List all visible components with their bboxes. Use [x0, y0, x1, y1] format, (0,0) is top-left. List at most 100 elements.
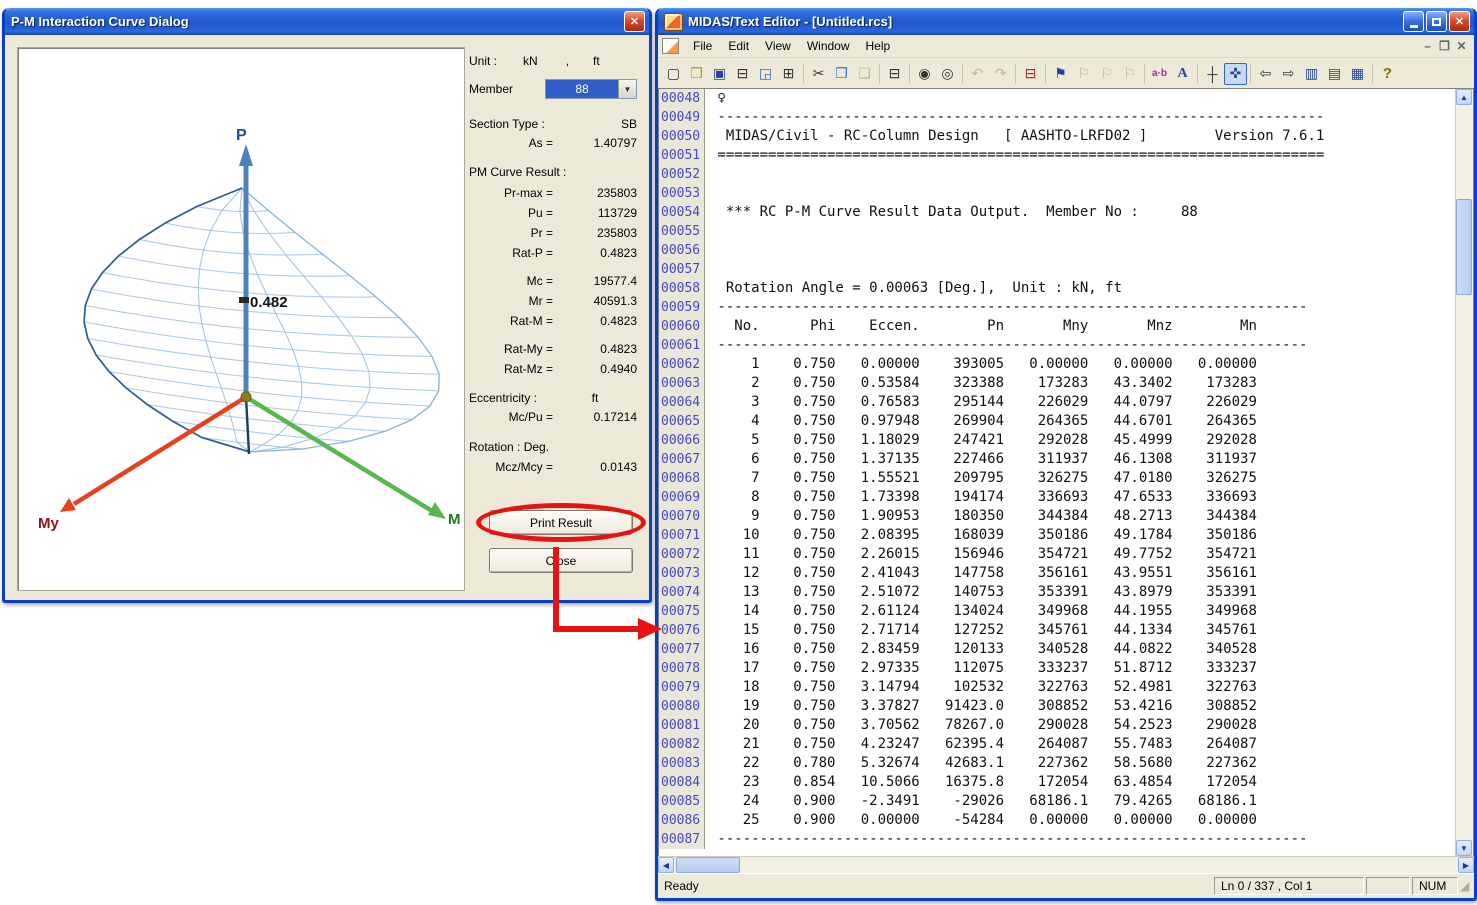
vertical-scroll-thumb[interactable]: [1456, 199, 1472, 295]
line-number: 00069: [659, 488, 705, 507]
line-text: 19 0.750 3.37827 91423.0 308852 53.4216 …: [705, 697, 1257, 716]
editor-line: 00078 17 0.750 2.97335 112075 333237 51.…: [659, 659, 1455, 678]
help-icon[interactable]: ?: [1376, 63, 1399, 85]
editor-line: 00052: [659, 165, 1455, 184]
bookmark-clear-icon[interactable]: ⚐: [1118, 63, 1141, 85]
editor-line: 00049 ----------------------------------…: [659, 108, 1455, 127]
editor-titlebar[interactable]: MIDAS/Text Editor - [Untitled.rcs] ✕: [658, 8, 1474, 35]
caret-mode-icon[interactable]: ┼: [1201, 63, 1224, 85]
cascade-windows-icon[interactable]: ▦: [1346, 63, 1369, 85]
line-text: *** RC P-M Curve Result Data Output. Mem…: [705, 203, 1198, 222]
pan-mode-icon[interactable]: ✜: [1224, 63, 1247, 85]
menu-file[interactable]: File: [685, 37, 720, 55]
line-number: 00081: [659, 716, 705, 735]
line-number: 00055: [659, 222, 705, 241]
editor-line: 00068 7 0.750 1.55521 209795 326275 47.0…: [659, 469, 1455, 488]
line-number: 00072: [659, 545, 705, 564]
undo-icon[interactable]: ↶: [966, 63, 989, 85]
nav-forward-icon[interactable]: ⇨: [1277, 63, 1300, 85]
print-preview-icon[interactable]: ◲: [754, 63, 777, 85]
line-text: ----------------------------------------…: [705, 298, 1307, 317]
nav-back-icon[interactable]: ⇦: [1254, 63, 1277, 85]
editor-line: 00082 21 0.750 4.23247 62395.4 264087 55…: [659, 735, 1455, 754]
text-editor-window: MIDAS/Text Editor - [Untitled.rcs] ✕ Fil…: [655, 8, 1477, 901]
bookmark-prev-icon[interactable]: ⚐: [1072, 63, 1095, 85]
mdi-minimize-icon[interactable]: –: [1419, 39, 1436, 53]
redo-icon[interactable]: ↷: [989, 63, 1012, 85]
line-number: 00052: [659, 165, 705, 184]
editor-line: 00048 ♀: [659, 89, 1455, 108]
dialog-close-button[interactable]: ✕: [624, 11, 645, 32]
pm-row-label: Pu =: [469, 206, 553, 220]
horizontal-scroll-thumb[interactable]: [676, 857, 740, 873]
minimize-button[interactable]: [1403, 11, 1424, 32]
page-setup-icon[interactable]: ⊞: [777, 63, 800, 85]
pm-row-value: 0.4823: [553, 314, 637, 328]
split-vertical-icon[interactable]: ▥: [1300, 63, 1323, 85]
line-text: 1 0.750 0.00000 393005 0.00000 0.00000 0…: [705, 355, 1257, 374]
mdi-close-icon[interactable]: ✕: [1453, 39, 1470, 53]
line-number: 00054: [659, 203, 705, 222]
axis-tick-marker: [239, 297, 249, 303]
line-number: 00049: [659, 108, 705, 127]
line-text: 6 0.750 1.37135 227466 311937 46.1308 31…: [705, 450, 1257, 469]
new-file-icon[interactable]: ▢: [662, 63, 685, 85]
member-dropdown[interactable]: 88 ▼: [545, 79, 637, 99]
mczmcy-row: Mcz/Mcy = 0.0143: [469, 457, 637, 477]
scroll-down-icon[interactable]: ▼: [1456, 840, 1472, 856]
save-file-icon[interactable]: ▣: [708, 63, 731, 85]
chevron-down-icon[interactable]: ▼: [618, 80, 636, 98]
menu-edit[interactable]: Edit: [720, 37, 757, 55]
pm-row-label: Pr =: [469, 226, 553, 240]
editor-line: 00077 16 0.750 2.83459 120133 340528 44.…: [659, 640, 1455, 659]
print-selection-icon[interactable]: ⊟: [883, 63, 906, 85]
maximize-button[interactable]: [1426, 11, 1447, 32]
replace-icon[interactable]: a·b: [1148, 63, 1171, 85]
menu-bar: FileEditViewWindowHelp – ❐ ✕: [658, 35, 1474, 58]
line-text: MIDAS/Civil - RC-Column Design [ AASHTO-…: [705, 127, 1324, 146]
print-result-button[interactable]: Print Result: [489, 510, 633, 535]
my-axis-label: My: [38, 515, 59, 532]
line-text: 25 0.900 0.00000 -54284 0.00000 0.00000 …: [705, 811, 1257, 830]
bookmark-toggle-icon[interactable]: ⚑: [1049, 63, 1072, 85]
close-button[interactable]: Close: [489, 548, 633, 573]
vertical-scrollbar[interactable]: ▲ ▼: [1455, 89, 1473, 856]
font-icon[interactable]: A: [1171, 63, 1194, 85]
editor-lines: 00048 ♀00049 ---------------------------…: [659, 89, 1455, 856]
unit-comma: ,: [566, 54, 569, 68]
close-button[interactable]: ✕: [1449, 11, 1470, 32]
editor-line: 00070 9 0.750 1.90953 180350 344384 48.2…: [659, 507, 1455, 526]
resize-grip[interactable]: ◢: [1460, 877, 1474, 895]
editor-line: 00063 2 0.750 0.53584 323388 173283 43.3…: [659, 374, 1455, 393]
split-horizontal-icon[interactable]: ▤: [1323, 63, 1346, 85]
editor-line: 00081 20 0.750 3.70562 78267.0 290028 54…: [659, 716, 1455, 735]
horizontal-scrollbar[interactable]: ◀ ▶: [658, 856, 1474, 874]
menu-view[interactable]: View: [757, 37, 799, 55]
mdi-restore-icon[interactable]: ❐: [1436, 39, 1453, 53]
print-icon[interactable]: ⊟: [731, 63, 754, 85]
find-next-icon[interactable]: ◎: [936, 63, 959, 85]
editor-line: 00057: [659, 260, 1455, 279]
copy-icon[interactable]: ❐: [830, 63, 853, 85]
ratio-annotation: 0.482: [250, 294, 288, 311]
cut-icon[interactable]: ✂: [807, 63, 830, 85]
bookmark-next-icon[interactable]: ⚐: [1095, 63, 1118, 85]
print-result-icon[interactable]: ⊟: [1019, 63, 1042, 85]
pm-result-header: PM Curve Result :: [469, 165, 637, 179]
text-area[interactable]: 00048 ♀00049 ---------------------------…: [658, 88, 1474, 857]
menu-help[interactable]: Help: [858, 37, 899, 55]
paste-icon[interactable]: ❑: [853, 63, 876, 85]
open-file-icon[interactable]: ❒: [685, 63, 708, 85]
pm-row-value: 235803: [553, 226, 637, 240]
find-icon[interactable]: ◉: [913, 63, 936, 85]
pm-curve-3d-view[interactable]: 0.482 P My M: [17, 47, 465, 591]
eccentricity-label: Eccentricity :: [469, 391, 537, 405]
scroll-up-icon[interactable]: ▲: [1456, 89, 1472, 105]
line-number: 00080: [659, 697, 705, 716]
scroll-left-icon[interactable]: ◀: [658, 857, 674, 873]
scroll-right-icon[interactable]: ▶: [1458, 857, 1474, 873]
menu-window[interactable]: Window: [799, 37, 858, 55]
section-type-row: Section Type : SB: [469, 115, 637, 133]
toolbar-separator: [962, 64, 963, 84]
dialog-titlebar[interactable]: P-M Interaction Curve Dialog ✕: [5, 8, 649, 35]
